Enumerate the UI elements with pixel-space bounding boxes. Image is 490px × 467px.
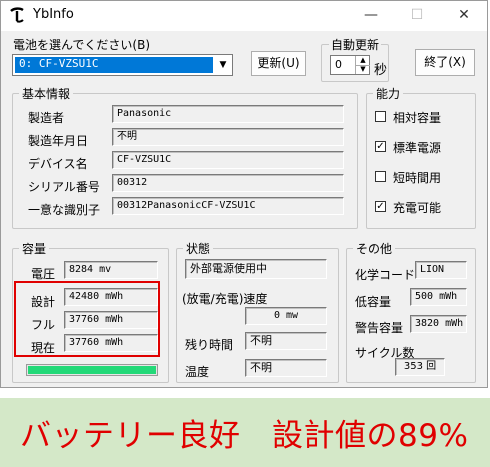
other-title: その他	[353, 240, 396, 257]
highlight-box	[14, 281, 160, 357]
unique-id-field: 00312PanasonicCF-VZSU1C	[112, 197, 344, 215]
minimize-button[interactable]: —	[348, 1, 394, 31]
serial-number-label: シリアル番号	[28, 180, 100, 194]
title-bar[interactable]: YbInfo — ☐ ✕	[1, 1, 487, 31]
auto-update-unit: 秒	[374, 63, 388, 78]
warning-capacity-label: 警告容量	[355, 321, 404, 335]
unique-id-label: 一意な識別子	[28, 203, 101, 217]
rate-label: (放電/充電)速度	[182, 292, 268, 306]
cycle-count-field: 353 回	[395, 358, 445, 376]
auto-update-value: 0	[335, 58, 342, 71]
auto-update-spinner[interactable]: 0 ▲ ▼	[330, 55, 370, 75]
relative-capacity-checkbox[interactable]	[375, 111, 386, 122]
manufacturer-field: Panasonic	[112, 105, 344, 123]
manufacture-date-field: 不明	[112, 128, 344, 146]
app-logo-icon	[10, 7, 24, 23]
window-title: YbInfo	[33, 7, 74, 22]
chemistry-label: 化学コード	[355, 268, 416, 282]
voltage-field: 8284 mv	[64, 261, 158, 279]
standard-power-checkbox[interactable]: ✓	[375, 141, 386, 152]
charge-level-bar	[26, 364, 158, 376]
standard-power-label: 標準電源	[393, 141, 442, 155]
result-banner-text: バッテリー良好 設計値の89%	[20, 418, 469, 454]
power-source-field: 外部電源使用中	[185, 259, 327, 279]
auto-update-label: 自動更新	[329, 36, 382, 53]
capacity-title: 容量	[19, 240, 50, 257]
battery-select-label: 電池を選んでください(B)	[13, 38, 150, 52]
relative-capacity-label: 相対容量	[393, 111, 442, 125]
manufacture-date-label: 製造年月日	[28, 134, 89, 148]
chemistry-field: LION	[415, 261, 467, 279]
close-button[interactable]: ✕	[441, 1, 487, 31]
manufacturer-label: 製造者	[28, 111, 65, 125]
capability-title: 能力	[373, 85, 404, 102]
temperature-field: 不明	[245, 359, 327, 377]
short-term-label: 短時間用	[393, 171, 442, 185]
app-window: YbInfo — ☐ ✕ 電池を選んでください(B) 0: CF-VZSU1C …	[0, 0, 488, 388]
maximize-button[interactable]: ☐	[394, 1, 440, 31]
device-name-field: CF-VZSU1C	[112, 151, 344, 169]
battery-select-value: 0: CF-VZSU1C	[19, 57, 99, 70]
exit-button[interactable]: 終了(X)	[415, 49, 475, 76]
low-capacity-field: 500 mWh	[410, 288, 467, 306]
basic-info-title: 基本情報	[19, 85, 74, 102]
warning-capacity-field: 3820 mWh	[410, 315, 467, 333]
rechargeable-checkbox[interactable]: ✓	[375, 201, 386, 212]
update-button[interactable]: 更新(U)	[251, 51, 306, 76]
charge-level-fill	[28, 366, 156, 374]
rechargeable-label: 充電可能	[393, 201, 442, 215]
remaining-time-field: 不明	[245, 332, 327, 350]
low-capacity-label: 低容量	[355, 295, 392, 309]
remaining-time-label: 残り時間	[185, 338, 234, 352]
temperature-label: 温度	[185, 365, 210, 379]
device-name-label: デバイス名	[28, 157, 88, 171]
short-term-checkbox[interactable]	[375, 171, 386, 182]
chevron-down-icon[interactable]: ▼	[215, 58, 231, 72]
serial-number-field: 00312	[112, 174, 344, 192]
battery-select[interactable]: 0: CF-VZSU1C ▼	[12, 54, 233, 76]
status-title: 状態	[183, 240, 214, 257]
voltage-label: 電圧	[31, 267, 56, 281]
spin-down-icon[interactable]: ▼	[355, 65, 370, 74]
rate-field: 0 mw	[245, 307, 327, 325]
